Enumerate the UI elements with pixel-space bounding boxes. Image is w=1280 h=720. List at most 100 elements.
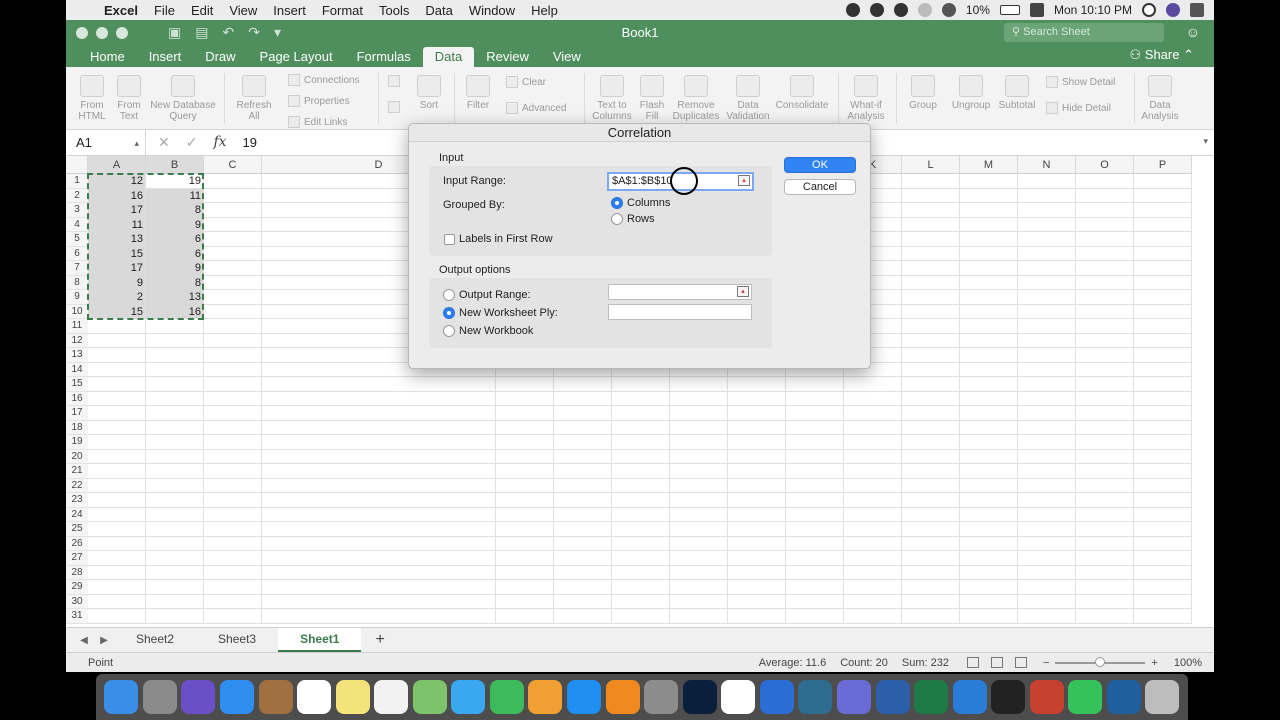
text-to-columns-button[interactable]: Text to Columns bbox=[592, 75, 632, 122]
menubar-clock[interactable]: Mon 10:10 PM bbox=[1054, 3, 1132, 17]
edit-links-button[interactable]: Edit Links bbox=[288, 116, 347, 128]
quicktime-icon[interactable] bbox=[1106, 680, 1141, 714]
select-all-corner[interactable] bbox=[66, 156, 88, 174]
share-button[interactable]: ⚇ Share ⌃ bbox=[1130, 47, 1195, 63]
sort-button[interactable]: Sort bbox=[414, 75, 444, 111]
system-preferences-icon[interactable] bbox=[644, 680, 679, 714]
menu-format[interactable]: Format bbox=[314, 3, 371, 18]
siri-menubar-icon[interactable] bbox=[1166, 3, 1180, 17]
zoom-in-button[interactable]: + bbox=[1151, 657, 1157, 669]
photoshop-icon[interactable] bbox=[682, 680, 717, 714]
row-header-9[interactable]: 9 bbox=[66, 290, 88, 305]
zoom-out-button[interactable]: − bbox=[1043, 657, 1049, 669]
zoom-window-button[interactable] bbox=[116, 26, 128, 39]
row-header-1[interactable]: 1 bbox=[66, 174, 88, 189]
menu-app-excel[interactable]: Excel bbox=[96, 3, 146, 18]
column-header-a[interactable]: A bbox=[88, 156, 146, 174]
menu-insert[interactable]: Insert bbox=[265, 3, 314, 18]
chrome-icon[interactable] bbox=[721, 680, 756, 714]
confirm-entry-icon[interactable]: ✓ bbox=[186, 134, 198, 151]
row-header-16[interactable]: 16 bbox=[66, 391, 88, 406]
show-detail-button[interactable]: Show Detail bbox=[1046, 76, 1115, 88]
battery-icon[interactable] bbox=[999, 5, 1020, 15]
row-header-20[interactable]: 20 bbox=[66, 449, 88, 464]
trash-icon[interactable] bbox=[1145, 680, 1180, 714]
spotlight-icon[interactable] bbox=[1142, 3, 1156, 17]
photos-icon[interactable] bbox=[528, 680, 563, 714]
customize-toolbar-icon[interactable]: ▾ bbox=[274, 24, 281, 41]
filter-button[interactable]: Filter bbox=[462, 75, 494, 111]
row-header-29[interactable]: 29 bbox=[66, 580, 88, 595]
tab-view[interactable]: View bbox=[541, 47, 593, 67]
clear-filter-button[interactable]: Clear bbox=[506, 76, 546, 88]
row-header-7[interactable]: 7 bbox=[66, 261, 88, 276]
messages-icon[interactable] bbox=[451, 680, 486, 714]
column-header-l[interactable]: L bbox=[902, 156, 960, 174]
save-icon[interactable]: ▤ bbox=[195, 24, 208, 41]
input-range-field[interactable]: $A$1:$B$10 ▴ bbox=[607, 172, 754, 191]
row-header-8[interactable]: 8 bbox=[66, 275, 88, 290]
calculator-icon[interactable] bbox=[836, 680, 871, 714]
sort-descending-button[interactable] bbox=[388, 101, 400, 113]
row-header-28[interactable]: 28 bbox=[66, 565, 88, 580]
properties-button[interactable]: Properties bbox=[288, 95, 350, 107]
row-header-5[interactable]: 5 bbox=[66, 232, 88, 247]
notes-icon[interactable] bbox=[335, 680, 370, 714]
from-html-button[interactable]: From HTML bbox=[74, 75, 110, 122]
connections-button[interactable]: Connections bbox=[288, 74, 360, 86]
column-header-b[interactable]: B bbox=[146, 156, 204, 174]
facetime-icon[interactable] bbox=[489, 680, 524, 714]
column-header-o[interactable]: O bbox=[1076, 156, 1134, 174]
column-header-n[interactable]: N bbox=[1018, 156, 1076, 174]
column-header-p[interactable]: P bbox=[1134, 156, 1192, 174]
page-layout-view-icon[interactable] bbox=[990, 657, 1003, 668]
row-header-18[interactable]: 18 bbox=[66, 420, 88, 435]
data-validation-button[interactable]: Data Validation bbox=[724, 75, 772, 122]
row-header-2[interactable]: 2 bbox=[66, 188, 88, 203]
launchpad-icon[interactable] bbox=[142, 680, 177, 714]
row-header-30[interactable]: 30 bbox=[66, 594, 88, 609]
what-if-analysis-button[interactable]: What-if Analysis bbox=[844, 75, 888, 122]
menu-window[interactable]: Window bbox=[461, 3, 523, 18]
finder-icon[interactable] bbox=[104, 680, 139, 714]
new-worksheet-ply-radio[interactable] bbox=[443, 307, 455, 319]
menu-help[interactable]: Help bbox=[523, 3, 566, 18]
row-header-4[interactable]: 4 bbox=[66, 217, 88, 232]
expand-formula-bar-icon[interactable]: ▾ bbox=[1203, 136, 1208, 147]
subtotal-button[interactable]: Subtotal bbox=[996, 75, 1038, 111]
menu-tools[interactable]: Tools bbox=[371, 3, 417, 18]
whatsapp-icon[interactable] bbox=[1068, 680, 1103, 714]
notification-center-icon[interactable] bbox=[1190, 3, 1204, 17]
vscode-icon[interactable] bbox=[952, 680, 987, 714]
word-icon[interactable] bbox=[875, 680, 910, 714]
row-header-25[interactable]: 25 bbox=[66, 522, 88, 537]
cancel-entry-icon[interactable]: ✕ bbox=[158, 134, 170, 151]
row-header-26[interactable]: 26 bbox=[66, 536, 88, 551]
tab-formulas[interactable]: Formulas bbox=[345, 47, 423, 67]
maps-icon[interactable] bbox=[412, 680, 447, 714]
zoom-slider[interactable] bbox=[1055, 656, 1146, 667]
ungroup-button[interactable]: Ungroup bbox=[948, 75, 994, 111]
sheet-tab-sheet3[interactable]: Sheet3 bbox=[196, 628, 278, 652]
app-store-icon[interactable] bbox=[567, 680, 602, 714]
tab-draw[interactable]: Draw bbox=[193, 47, 247, 67]
menu-view[interactable]: View bbox=[221, 3, 265, 18]
search-sheet-input[interactable]: ⚲ Search Sheet bbox=[1004, 23, 1164, 42]
normal-view-icon[interactable] bbox=[966, 657, 979, 668]
new-database-query-button[interactable]: New Database Query bbox=[148, 75, 218, 122]
row-header-22[interactable]: 22 bbox=[66, 478, 88, 493]
output-range-radio[interactable] bbox=[443, 289, 455, 301]
mysql-workbench-icon[interactable] bbox=[798, 680, 833, 714]
contacts-icon[interactable] bbox=[258, 680, 293, 714]
refresh-all-button[interactable]: Refresh All bbox=[232, 75, 276, 122]
record-icon[interactable] bbox=[845, 3, 860, 17]
powerpoint-icon[interactable] bbox=[1029, 680, 1064, 714]
redo-icon[interactable]: ↷ bbox=[248, 24, 260, 41]
creative-cloud-icon[interactable] bbox=[869, 3, 884, 17]
new-workbook-radio[interactable] bbox=[443, 325, 455, 337]
wifi-icon[interactable] bbox=[941, 3, 956, 17]
consolidate-button[interactable]: Consolidate bbox=[772, 75, 832, 111]
display-icon[interactable] bbox=[1029, 3, 1044, 17]
group-button[interactable]: Group bbox=[902, 75, 944, 111]
menu-edit[interactable]: Edit bbox=[183, 3, 221, 18]
